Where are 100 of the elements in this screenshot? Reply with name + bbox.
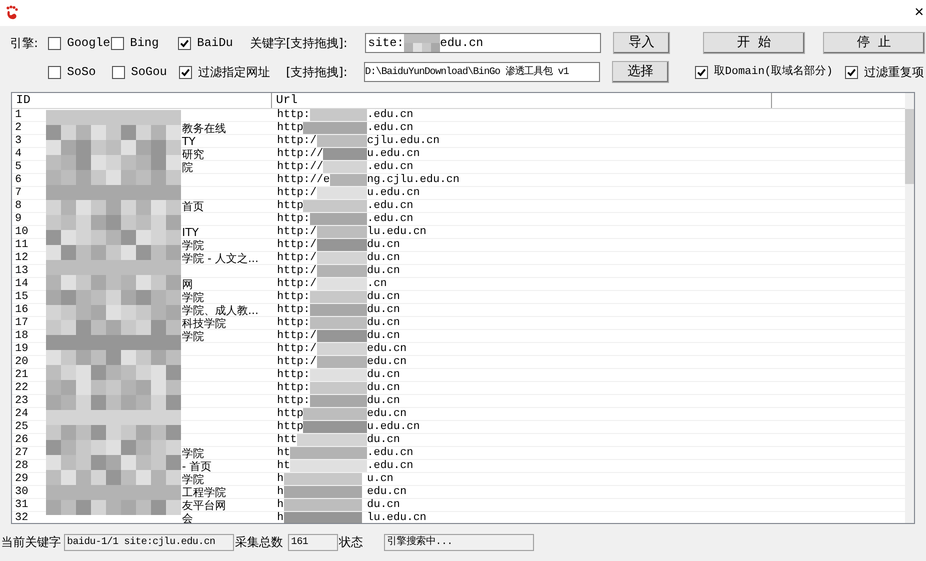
url-cell: http:/ (277, 278, 317, 290)
close-button[interactable]: × (914, 5, 924, 21)
toolbar-button[interactable]: 导入 (613, 32, 670, 54)
toolbar-button[interactable]: 开 始 (703, 32, 805, 54)
id-cell: 28 (15, 460, 28, 472)
checkbox[interactable] (48, 36, 61, 50)
id-cell: 22 (15, 382, 28, 394)
url-cell: u.edu.cn (367, 148, 420, 160)
url-cell: http:/ (277, 265, 317, 277)
title-cell: 科技学院 (182, 317, 226, 330)
checkbox-label: 过滤指定网址 (198, 64, 270, 81)
url-cell: .edu.cn (367, 213, 414, 225)
checkbox[interactable] (112, 66, 125, 78)
url-cell: edu.cn (367, 408, 407, 420)
id-cell: 7 (15, 187, 22, 199)
title-cell: 研究 (182, 148, 204, 161)
url-cell: du.cn (367, 265, 400, 277)
id-cell: 18 (15, 330, 28, 342)
redaction-mosaic (303, 421, 367, 433)
url-cell: http: (277, 213, 310, 225)
id-cell: 23 (15, 395, 28, 407)
url-cell: h (277, 473, 284, 485)
url-cell: http: (277, 317, 310, 329)
redaction-mosaic (404, 34, 440, 52)
id-cell: 9 (15, 213, 22, 225)
title-cell: - 首页 (182, 460, 212, 473)
redaction-mosaic (303, 200, 367, 212)
toolbar-button[interactable]: 选择 (612, 61, 669, 83)
id-cell: 8 (15, 200, 22, 212)
path-field[interactable]: D:\BaiduYunDownload\BinGo 渗透工具包 v1 (364, 62, 600, 82)
url-cell: htt (277, 434, 297, 446)
url-cell: ng.cjlu.edu.cn (367, 174, 460, 186)
url-cell: du.cn (367, 499, 400, 511)
scroll-thumb[interactable] (905, 109, 914, 184)
column-header[interactable]: ID (12, 93, 272, 108)
url-cell: edu.cn (367, 486, 407, 498)
url-cell: .edu.cn (367, 200, 414, 212)
id-cell: 14 (15, 278, 28, 290)
url-cell: .edu.cn (367, 109, 414, 121)
url-cell: http: (277, 382, 310, 394)
title-cell: TY (182, 135, 196, 148)
url-cell: du.cn (367, 330, 400, 342)
status-value: 161 (288, 534, 338, 550)
url-cell: lu.edu.cn (367, 512, 426, 523)
id-cell: 17 (15, 317, 28, 329)
id-cell: 12 (15, 252, 28, 264)
id-cell: 29 (15, 473, 28, 485)
url-cell: edu.cn (367, 343, 407, 355)
url-cell: http:/ (277, 226, 317, 238)
checkbox[interactable] (178, 36, 191, 50)
checkbox[interactable] (48, 66, 61, 78)
status-value: 引擎搜索中... (384, 534, 534, 550)
toolbar-button[interactable]: 停 止 (823, 32, 925, 54)
url-cell: cjlu.edu.cn (367, 135, 440, 147)
url-cell: http: (277, 109, 310, 121)
url-cell: http:/ (277, 135, 317, 147)
column-header[interactable]: Url (272, 93, 772, 108)
id-cell: 24 (15, 408, 28, 420)
url-cell: du.cn (367, 395, 400, 407)
url-cell: u.edu.cn (367, 421, 420, 433)
url-cell: http: (277, 369, 310, 381)
url-cell: .edu.cn (367, 460, 414, 472)
id-cell: 6 (15, 174, 22, 186)
url-cell: http:/ (277, 252, 317, 264)
checkbox-label: 取Domain(取域名部分) (714, 64, 833, 80)
checkbox-label: Bing (130, 35, 159, 52)
id-cell: 16 (15, 304, 28, 316)
checkbox-label: SoGou (131, 64, 168, 81)
title-cell: 学院 (182, 447, 204, 460)
status-label: 采集总数 (234, 534, 284, 551)
id-cell: 21 (15, 369, 28, 381)
checkbox[interactable] (845, 66, 858, 78)
url-cell: du.cn (367, 317, 400, 329)
keyword-field[interactable]: site: edu.cn (365, 33, 601, 53)
engine-label: 引擎: (10, 35, 40, 52)
redaction-mosaic (303, 408, 367, 420)
id-cell: 4 (15, 148, 22, 160)
checkbox[interactable] (179, 66, 192, 78)
url-cell: http:/ (277, 356, 317, 368)
url-cell: .edu.cn (367, 161, 414, 173)
id-cell: 13 (15, 265, 28, 277)
redaction-mosaic (296, 434, 367, 446)
scrollbar[interactable] (905, 93, 914, 523)
id-cell: 10 (15, 226, 28, 238)
checkbox[interactable] (111, 36, 124, 50)
status-label: 当前关键字 (0, 534, 62, 551)
url-cell: .edu.cn (367, 447, 414, 459)
id-cell: 27 (15, 447, 28, 459)
url-cell: http:/ (277, 239, 317, 251)
field-text: edu.cn (440, 35, 484, 52)
url-cell: http: (277, 291, 310, 303)
id-cell: 2 (15, 122, 22, 134)
checkbox[interactable] (695, 66, 708, 78)
url-cell: u.edu.cn (367, 187, 420, 199)
title-cell: 学院 (182, 330, 204, 343)
url-cell: du.cn (367, 382, 400, 394)
id-cell: 5 (15, 161, 22, 173)
url-cell: du.cn (367, 369, 400, 381)
title-cell: 学院 (182, 239, 204, 252)
title-cell: 首页 (182, 200, 204, 213)
